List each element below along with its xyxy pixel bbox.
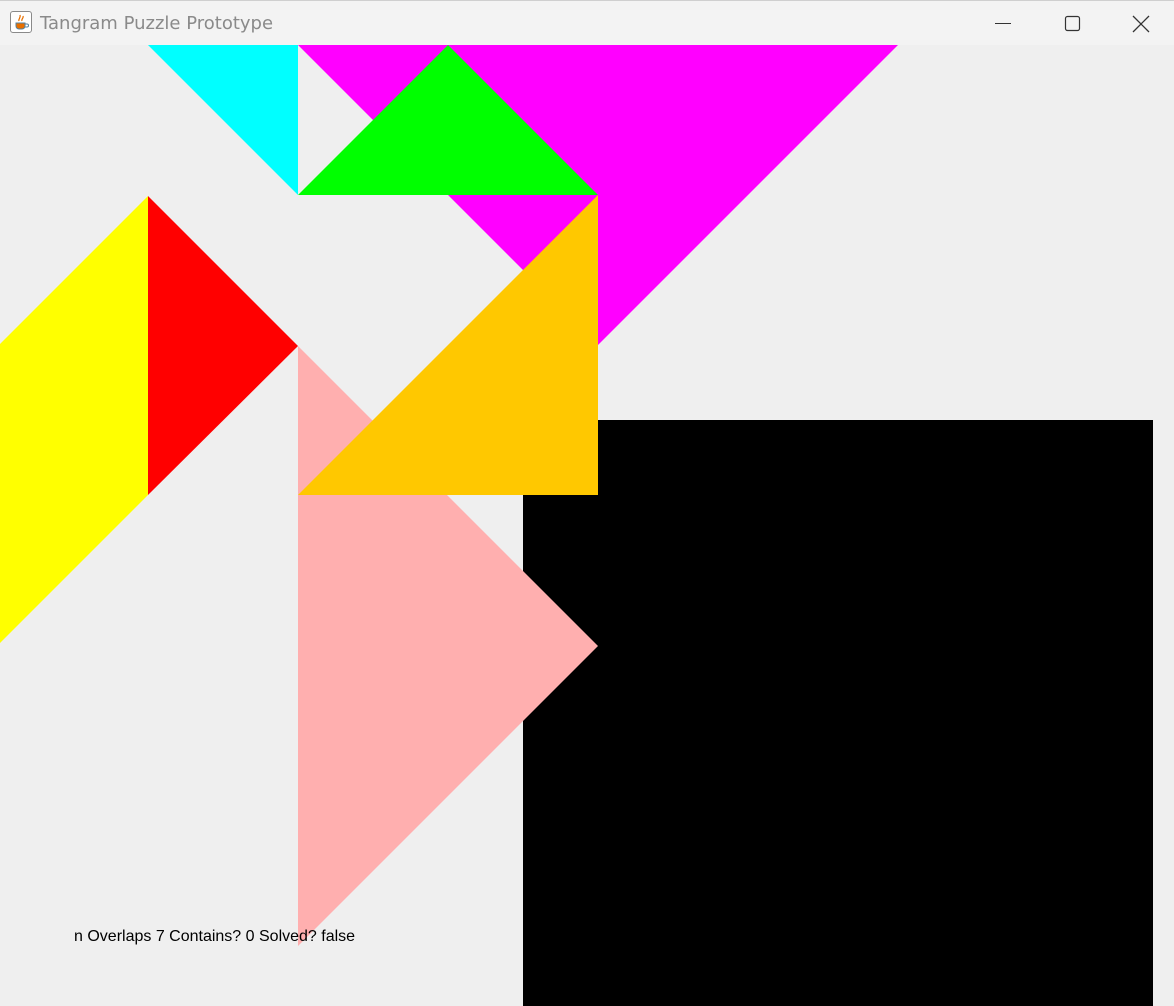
app-window: Tangram Puzzle Prototype n Overlaps 7 Co… — [0, 0, 1174, 1006]
title-bar[interactable]: Tangram Puzzle Prototype — [0, 0, 1174, 45]
close-icon — [1132, 15, 1150, 33]
java-cup-icon — [10, 11, 32, 33]
red-small-triangle[interactable] — [148, 196, 298, 495]
close-button[interactable] — [1106, 1, 1174, 46]
cyan-small-triangle[interactable] — [148, 45, 298, 195]
target-region — [523, 420, 1153, 1006]
maximize-button[interactable] — [1037, 1, 1107, 46]
puzzle-board[interactable] — [0, 45, 1174, 1006]
orange-medium-triangle[interactable] — [298, 195, 598, 495]
status-text: n Overlaps 7 Contains? 0 Solved? false — [74, 928, 356, 945]
maximize-icon — [1064, 15, 1081, 32]
puzzle-canvas[interactable]: n Overlaps 7 Contains? 0 Solved? false — [0, 45, 1174, 1006]
window-title: Tangram Puzzle Prototype — [40, 13, 274, 34]
minimize-button[interactable] — [968, 1, 1038, 46]
minimize-icon — [995, 23, 1011, 24]
yellow-parallelogram[interactable] — [0, 196, 148, 643]
